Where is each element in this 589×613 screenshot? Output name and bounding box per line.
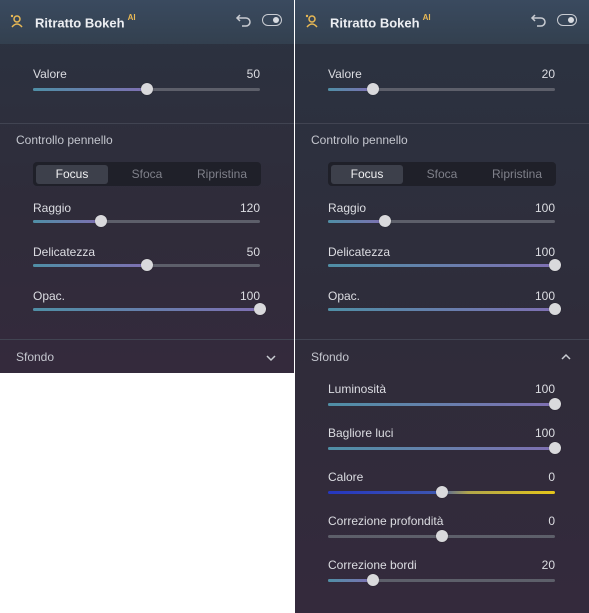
undo-icon[interactable] — [530, 11, 548, 29]
background-section-title[interactable]: Sfondo — [311, 350, 349, 364]
delicatezza-value: 50 — [246, 245, 260, 259]
calore-label: Calore — [328, 470, 364, 484]
slider-thumb[interactable] — [549, 259, 561, 271]
panel-title: Ritratto Bokeh AI — [35, 13, 136, 31]
bokeh-portrait-icon — [10, 14, 23, 28]
divider — [295, 339, 589, 340]
raggio-label: Raggio — [33, 201, 72, 215]
divider — [0, 123, 294, 124]
valore-label: Valore — [328, 67, 362, 81]
slider-thumb[interactable] — [549, 398, 561, 410]
delicatezza-label: Delicatezza — [328, 245, 391, 259]
valore-value: 50 — [246, 67, 260, 81]
raggio-slider[interactable] — [328, 215, 555, 227]
calore-value: 0 — [548, 470, 555, 484]
slider-thumb[interactable] — [549, 303, 561, 315]
profondita-label: Correzione profondità — [328, 514, 444, 528]
panel-header: Ritratto Bokeh AI — [0, 0, 294, 44]
bokeh-portrait-icon — [305, 14, 318, 28]
tab-ripristina[interactable]: Ripristina — [481, 165, 553, 184]
raggio-value: 120 — [239, 201, 260, 215]
divider — [0, 339, 294, 340]
opac-label: Opac. — [33, 289, 66, 303]
tab-focus[interactable]: Focus — [331, 165, 403, 184]
slider-thumb[interactable] — [367, 574, 380, 586]
bokeh-panel-collapsed: Ritratto Bokeh AI Valore 50 Controllo pen… — [0, 0, 294, 373]
delicatezza-label: Delicatezza — [33, 245, 96, 259]
raggio-slider[interactable] — [33, 215, 260, 227]
brush-mode-tabs: Focus Sfoca Ripristina — [33, 162, 261, 186]
bokeh-panel-expanded: Ritratto Bokeh AI Valore 20 Controllo pen… — [295, 0, 589, 613]
bordi-slider[interactable] — [328, 574, 555, 586]
luminosita-value: 100 — [534, 382, 555, 396]
tab-focus[interactable]: Focus — [36, 165, 108, 184]
slider-thumb[interactable] — [254, 303, 266, 315]
tab-sfoca[interactable]: Sfoca — [111, 165, 183, 184]
brush-section-title: Controllo pennello — [311, 133, 408, 147]
raggio-value: 100 — [534, 201, 555, 215]
divider — [295, 123, 589, 124]
slider-thumb[interactable] — [140, 83, 153, 95]
profondita-value: 0 — [548, 514, 555, 528]
luminosita-slider[interactable] — [328, 398, 561, 410]
slider-thumb[interactable] — [378, 215, 391, 227]
slider-thumb[interactable] — [435, 530, 448, 542]
opac-slider[interactable] — [33, 303, 266, 315]
slider-thumb[interactable] — [435, 486, 448, 498]
brush-mode-tabs: Focus Sfoca Ripristina — [328, 162, 556, 186]
opac-value: 100 — [239, 289, 260, 303]
luminosita-label: Luminosità — [328, 382, 387, 396]
panel-title: Ritratto Bokeh AI — [330, 13, 431, 31]
opac-label: Opac. — [328, 289, 361, 303]
panel-header: Ritratto Bokeh AI — [295, 0, 589, 44]
slider-thumb[interactable] — [140, 259, 153, 271]
enable-toggle[interactable] — [557, 14, 577, 26]
valore-label: Valore — [33, 67, 67, 81]
slider-thumb[interactable] — [549, 442, 561, 454]
undo-icon[interactable] — [235, 11, 253, 29]
valore-slider[interactable] — [33, 83, 260, 95]
tab-sfoca[interactable]: Sfoca — [406, 165, 478, 184]
valore-value: 20 — [541, 67, 555, 81]
delicatezza-value: 100 — [534, 245, 555, 259]
calore-slider[interactable] — [328, 486, 555, 498]
opac-slider[interactable] — [328, 303, 561, 315]
opac-value: 100 — [534, 289, 555, 303]
enable-toggle[interactable] — [262, 14, 282, 26]
chevron-up-icon[interactable] — [561, 352, 571, 362]
delicatezza-slider[interactable] — [33, 259, 260, 271]
delicatezza-slider[interactable] — [328, 259, 561, 271]
ai-badge: AI — [422, 13, 431, 22]
bordi-label: Correzione bordi — [328, 558, 417, 572]
raggio-label: Raggio — [328, 201, 367, 215]
bordi-value: 20 — [541, 558, 555, 572]
slider-thumb[interactable] — [367, 83, 380, 95]
valore-slider[interactable] — [328, 83, 555, 95]
bagliore-slider[interactable] — [328, 442, 561, 454]
slider-thumb[interactable] — [95, 215, 108, 227]
bagliore-value: 100 — [534, 426, 555, 440]
ai-badge: AI — [127, 13, 136, 22]
chevron-down-icon[interactable] — [266, 353, 276, 363]
background-section-title[interactable]: Sfondo — [16, 350, 54, 364]
profondita-slider[interactable] — [328, 530, 555, 542]
bagliore-label: Bagliore luci — [328, 426, 394, 440]
tab-ripristina[interactable]: Ripristina — [186, 165, 258, 184]
brush-section-title: Controllo pennello — [16, 133, 113, 147]
